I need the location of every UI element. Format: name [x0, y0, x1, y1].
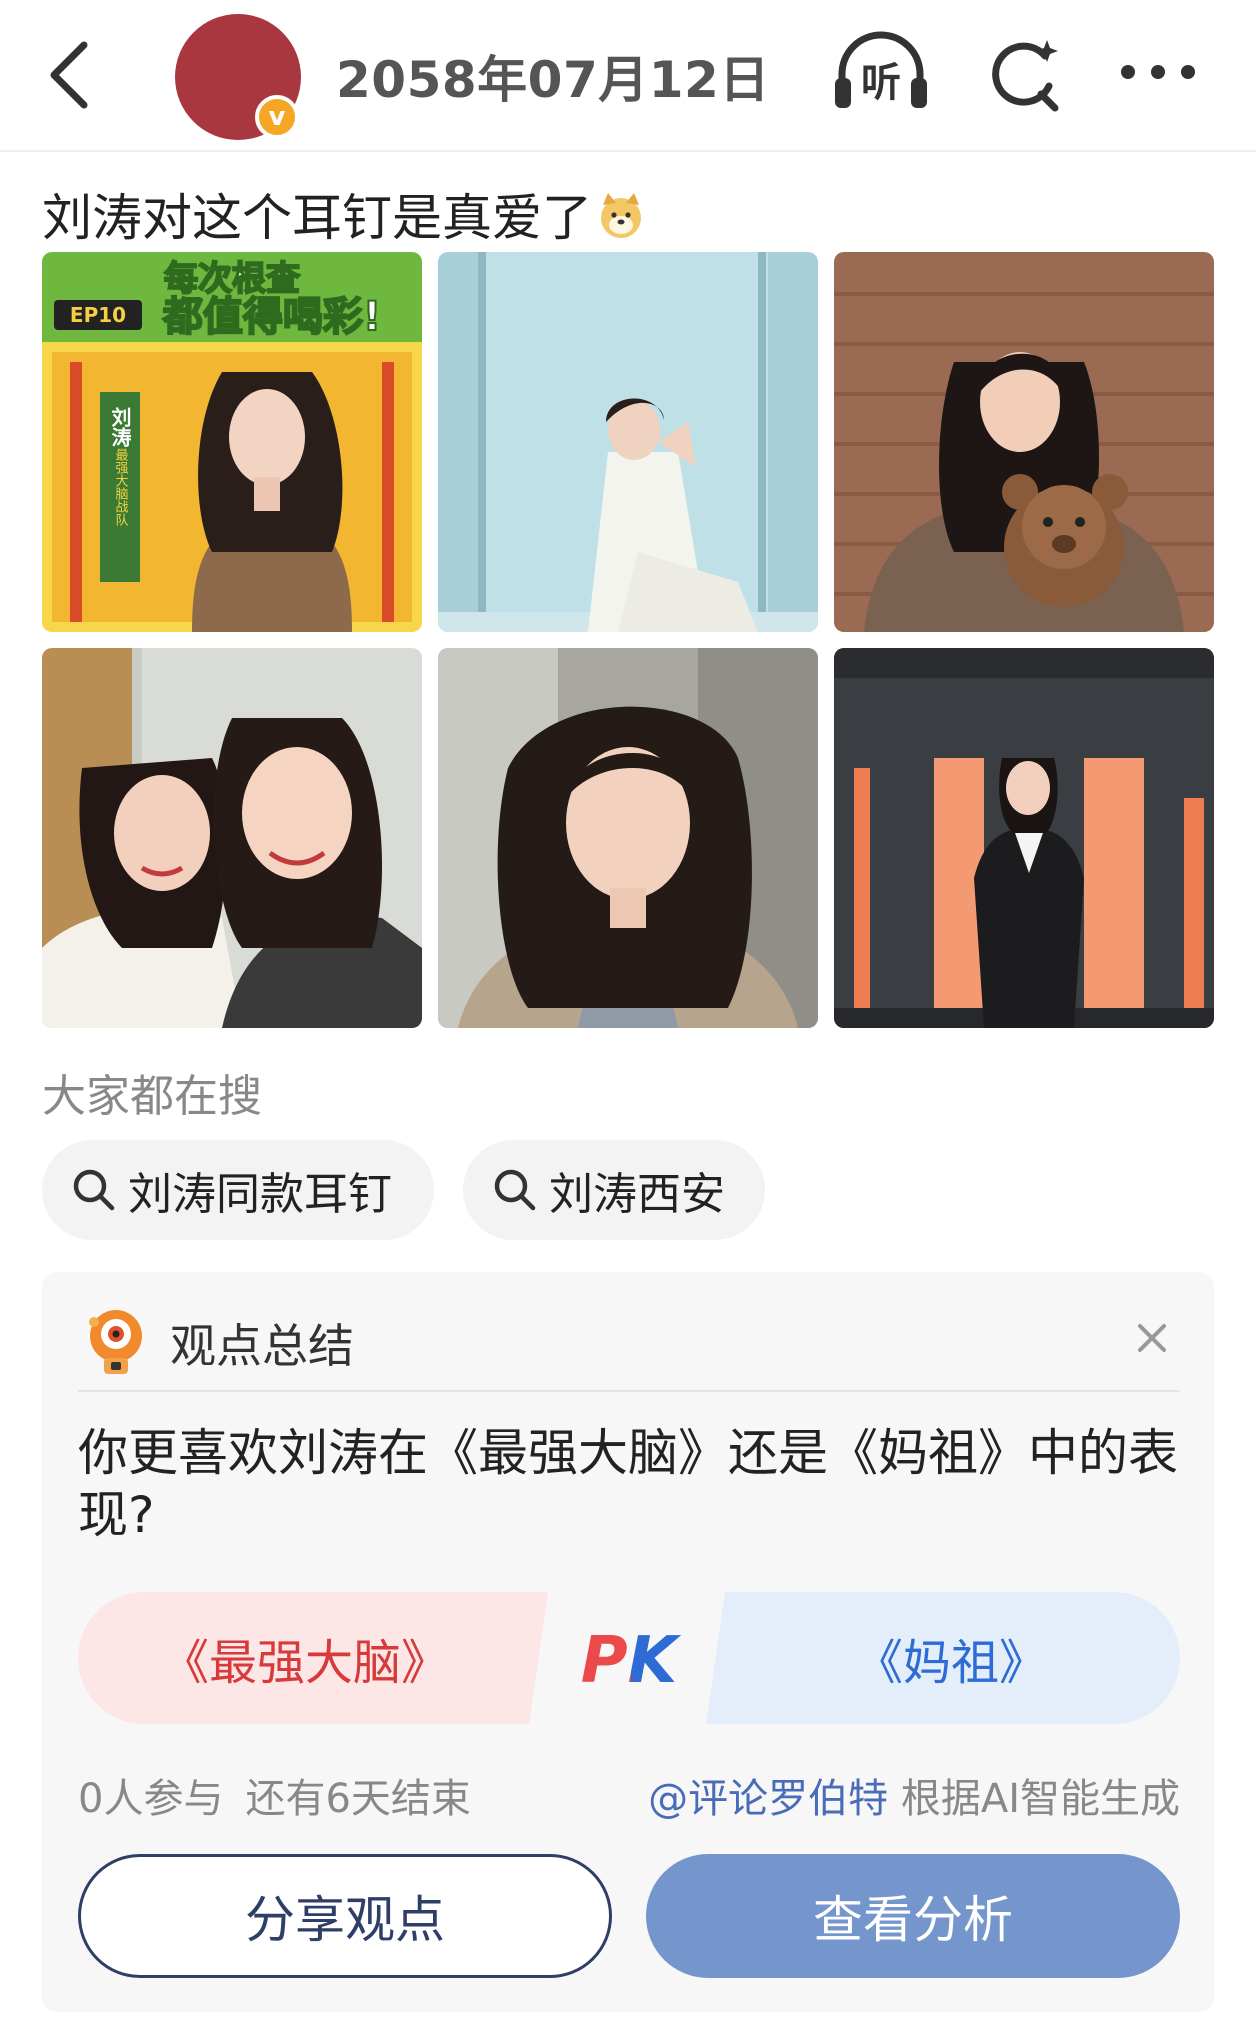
back-button[interactable] [40, 35, 100, 115]
time-remaining: 还有6天结束 [245, 1776, 471, 1822]
poster-banner-line2: 都值得喝彩! [162, 294, 381, 340]
back-arrow-icon [50, 41, 88, 109]
page-title: 2058年07月12日 [336, 51, 770, 109]
ai-attribution: @评论罗伯特 根据AI智能生成 [648, 1766, 1180, 1824]
card-title: 观点总结 [170, 1319, 354, 1373]
poster-episode-badge: EP10 [70, 303, 126, 327]
poster-side-sub: 最强大脑战队 [113, 448, 129, 527]
photo-1[interactable]: 每次根查 都值得喝彩! EP10 刘涛 最强大脑战队 [42, 252, 422, 632]
top-bar: v 2058年07月12日 听 [0, 0, 1256, 152]
share-opinion-label: 分享观点 [245, 1891, 445, 1949]
search-chip-2[interactable]: 刘涛西安 [463, 1140, 765, 1240]
robot-mascot-icon [89, 1310, 142, 1374]
close-icon[interactable] [1128, 1314, 1176, 1362]
poll-option-left[interactable]: 《最强大脑》 [78, 1592, 548, 1724]
search-chip-1[interactable]: 刘涛同款耳钉 [42, 1140, 434, 1240]
more-options-button[interactable] [1118, 50, 1198, 94]
photo-6-image [834, 648, 1214, 1028]
poster-side-name: 刘涛 [108, 406, 132, 447]
pk-label: PK [581, 1624, 682, 1698]
poster-banner-line1: 每次根查 [164, 259, 300, 299]
photo-6[interactable] [834, 648, 1214, 1028]
photo-2[interactable] [438, 252, 818, 632]
poll-option-left-label: 《最强大脑》 [160, 1635, 449, 1691]
refresh-search-icon [992, 40, 1059, 112]
refresh-search-button[interactable] [985, 36, 1063, 114]
search-chip-2-label: 刘涛西安 [549, 1169, 725, 1220]
author-link[interactable]: @评论罗伯特 [648, 1776, 888, 1822]
photo-5[interactable] [438, 648, 818, 1028]
photo-5-image [438, 648, 818, 1028]
search-icon [73, 1169, 115, 1211]
view-analysis-button[interactable]: 查看分析 [646, 1854, 1180, 1978]
search-icon [494, 1169, 536, 1211]
card-header: 观点总结 [78, 1290, 1180, 1392]
search-chip-1-label: 刘涛同款耳钉 [128, 1169, 392, 1220]
more-dots-icon [1121, 65, 1195, 79]
poll-stats: 0人参与 还有6天结束 [78, 1766, 471, 1824]
post-text: 刘涛对这个耳钉是真爱了 [42, 178, 646, 250]
opinion-summary-card: 观点总结 你更喜欢刘涛在《最强大脑》还是《妈祖》中的表现? 《最强大脑》 PK [42, 1272, 1214, 2012]
poll-question: 你更喜欢刘涛在《最强大脑》还是《妈祖》中的表现? [78, 1424, 1178, 1544]
photo-3[interactable] [834, 252, 1214, 632]
poll-option-right[interactable]: 《妈祖》 [706, 1592, 1180, 1724]
verified-badge-icon: v [255, 95, 299, 139]
photo-4-image [42, 648, 422, 1028]
pk-text: PK [581, 1624, 682, 1698]
photo-4[interactable] [42, 648, 422, 1028]
photo-3-image [834, 252, 1214, 632]
view-analysis-label: 查看分析 [813, 1891, 1013, 1949]
search-suggestions-heading: 大家都在搜 [42, 1071, 262, 1122]
listen-label: 听 [861, 60, 901, 106]
doge-icon [601, 193, 641, 238]
post-text-content: 刘涛对这个耳钉是真爱了 [42, 189, 592, 247]
image-grid: 每次根查 都值得喝彩! EP10 刘涛 最强大脑战队 [42, 252, 1214, 1028]
weibo-post-page: v 2058年07月12日 听 刘涛对这个耳钉是真爱了 每次根查 都值得喝彩! … [0, 0, 1256, 2020]
photo-2-image [438, 252, 818, 632]
share-opinion-button[interactable]: 分享观点 [78, 1854, 612, 1978]
photo-1-image: 每次根查 都值得喝彩! EP10 刘涛 最强大脑战队 [42, 252, 422, 632]
poll-option-right-label: 《妈祖》 [854, 1635, 1047, 1691]
listen-button[interactable]: 听 [832, 30, 930, 112]
generated-by-text: 根据AI智能生成 [900, 1776, 1180, 1822]
participant-count: 0人参与 [78, 1776, 224, 1822]
